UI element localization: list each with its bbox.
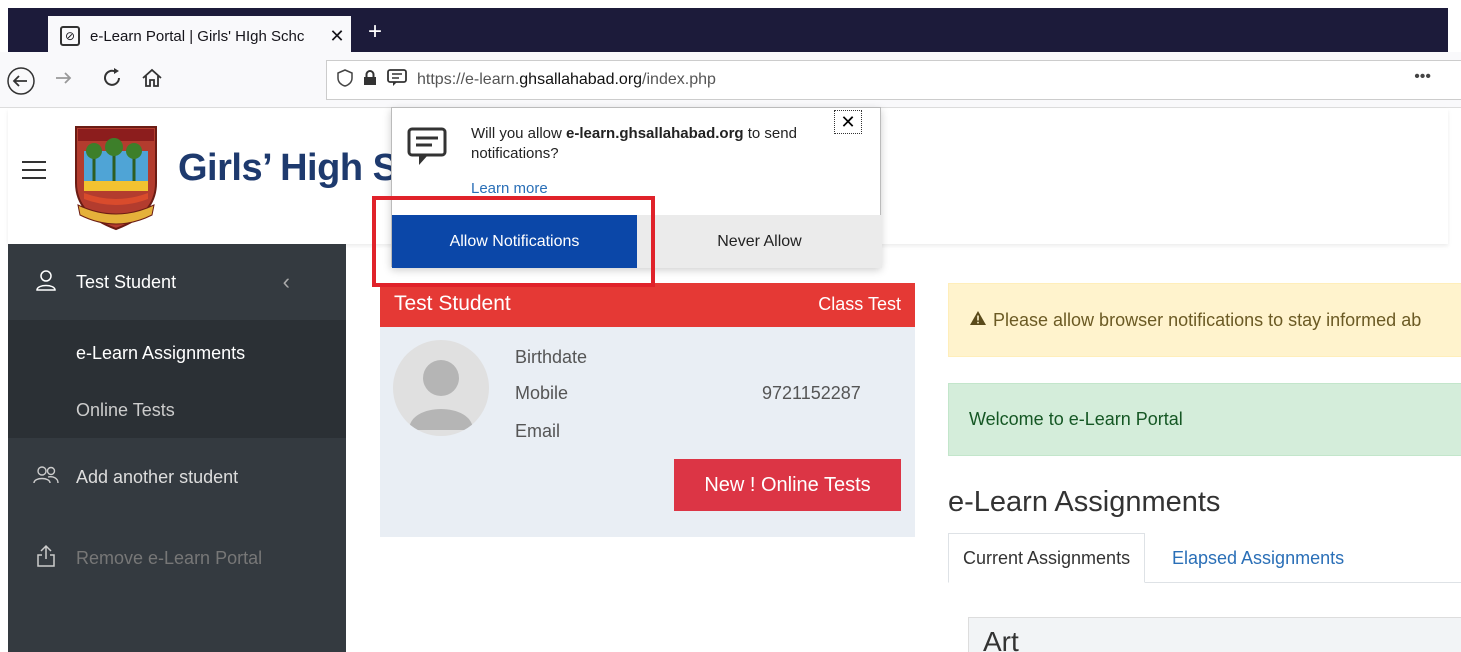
tab-bar: ⊘ e-Learn Portal | Girls' HIgh Schc ✕ + xyxy=(8,8,1448,56)
url-text: https://e-learn.ghsallahabad.org/index.p… xyxy=(417,71,716,88)
assignment-card[interactable]: Art xyxy=(968,617,1461,652)
class-badge: Class Test xyxy=(818,294,901,314)
tab-elapsed-assignments[interactable]: Elapsed Assignments xyxy=(1158,533,1358,583)
profile-name: Test Student xyxy=(394,292,511,315)
assignment-tabs: Current Assignments Elapsed Assignments xyxy=(948,533,1461,583)
site-favicon-icon: ⊘ xyxy=(60,26,80,46)
sidebar-item-remove-portal[interactable]: Remove e-Learn Portal xyxy=(32,544,262,573)
sidebar-item-online-tests[interactable]: Online Tests xyxy=(76,400,175,421)
sidebar: Test Student ‹ e-Learn Assignments Onlin… xyxy=(8,244,346,652)
users-icon xyxy=(32,464,60,491)
close-icon[interactable]: ✕ xyxy=(834,110,862,134)
notification-permission-icon[interactable] xyxy=(387,68,407,92)
mobile-value: 9721152287 xyxy=(762,383,861,403)
share-icon xyxy=(32,544,60,573)
url-bar[interactable]: https://e-learn.ghsallahabad.org/index.p… xyxy=(326,60,1461,100)
email-label: Email xyxy=(515,421,561,441)
sidebar-user-name: Test Student xyxy=(76,271,177,292)
sidebar-user[interactable]: Test Student ‹ xyxy=(8,244,346,320)
welcome-alert: Welcome to e-Learn Portal xyxy=(948,383,1461,456)
mobile-label: Mobile xyxy=(515,383,569,403)
page-actions-icon[interactable]: ••• xyxy=(1414,68,1431,86)
popup-question: Will you allow e-learn.ghsallahabad.org … xyxy=(471,125,797,162)
highlight-box xyxy=(372,196,655,287)
never-allow-button[interactable]: Never Allow xyxy=(637,215,882,268)
message-icon xyxy=(406,126,448,173)
section-title: e-Learn Assignments xyxy=(948,486,1221,518)
profile-card-header: Test Student Class Test xyxy=(380,283,915,327)
new-tab-button[interactable]: + xyxy=(368,18,382,46)
profile-card: Birthdate Mobile 9721152287 Email New ! … xyxy=(380,327,915,537)
back-icon[interactable] xyxy=(6,66,36,102)
online-tests-button[interactable]: New ! Online Tests xyxy=(674,459,901,511)
warning-icon xyxy=(969,310,987,331)
browser-tab[interactable]: ⊘ e-Learn Portal | Girls' HIgh Schc ✕ xyxy=(48,16,351,56)
sidebar-item-label: Add another student xyxy=(76,467,239,487)
tab-current-assignments[interactable]: Current Assignments xyxy=(948,533,1146,583)
avatar xyxy=(393,340,489,436)
main-content: Please allow browser notifications to st… xyxy=(948,283,1461,652)
sidebar-item-assignments[interactable]: e-Learn Assignments xyxy=(76,343,245,364)
sidebar-item-label: Remove e-Learn Portal xyxy=(76,548,263,568)
sidebar-item-add-student[interactable]: Add another student xyxy=(32,464,238,491)
shield-icon[interactable] xyxy=(337,68,353,92)
sidebar-submenu: e-Learn Assignments Online Tests xyxy=(8,320,346,438)
learn-more-link[interactable]: Learn more xyxy=(471,180,548,197)
tab-title: e-Learn Portal | Girls' HIgh Schc xyxy=(90,27,305,45)
close-tab-icon[interactable]: ✕ xyxy=(323,26,351,47)
user-icon xyxy=(32,269,60,296)
menu-icon[interactable] xyxy=(22,161,46,185)
subject-title: Art xyxy=(983,626,1019,652)
chevron-left-icon[interactable]: ‹ xyxy=(283,269,290,295)
reload-icon[interactable] xyxy=(100,66,124,96)
notification-warning-alert: Please allow browser notifications to st… xyxy=(948,283,1461,357)
home-icon[interactable] xyxy=(140,66,164,96)
forward-icon[interactable] xyxy=(52,66,76,96)
navigation-bar: https://e-learn.ghsallahabad.org/index.p… xyxy=(0,52,1461,108)
birthdate-label: Birthdate xyxy=(515,347,588,367)
school-crest-logo xyxy=(64,121,168,231)
warning-text: Please allow browser notifications to st… xyxy=(993,309,1422,330)
lock-icon[interactable] xyxy=(363,69,377,91)
welcome-text: Welcome to e-Learn Portal xyxy=(969,409,1183,429)
